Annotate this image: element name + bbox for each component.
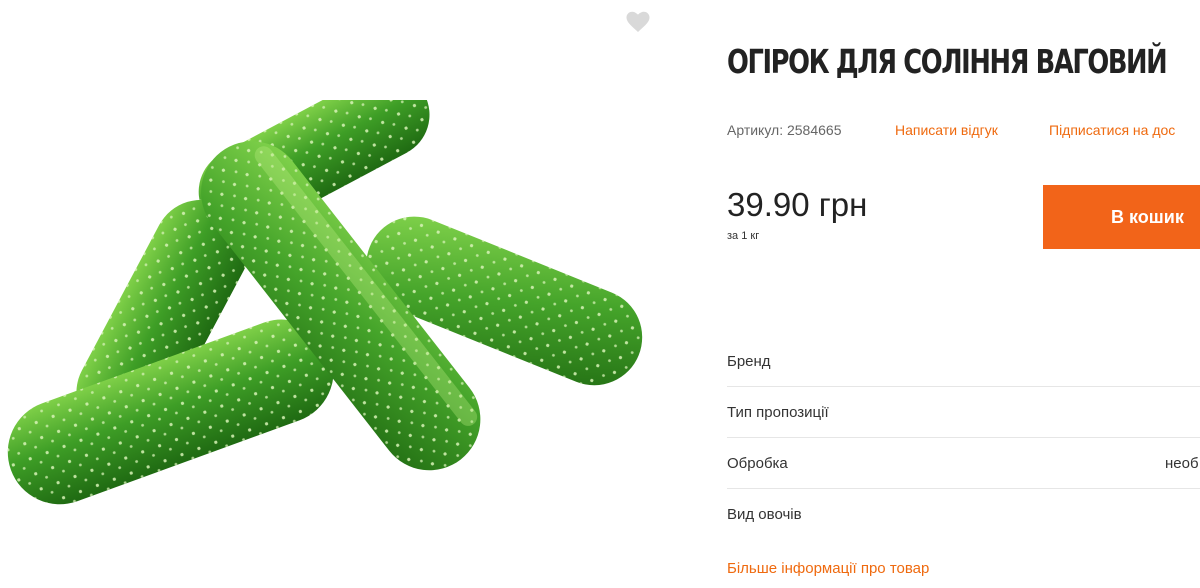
add-to-cart-button[interactable]: В кошик [1043, 185, 1200, 249]
spec-label: Тип пропозиції [727, 404, 829, 421]
product-price: 39.90 грн [727, 186, 868, 223]
product-meta: Артикул: 2584665 Написати відгук Підписа… [727, 122, 1175, 138]
write-review-link[interactable]: Написати відгук [895, 122, 998, 138]
spec-label: Бренд [727, 353, 771, 370]
sku-value: 2584665 [786, 122, 842, 138]
product-title: ОГІРОК ДЛЯ СОЛІННЯ ВАГОВИЙ [727, 42, 1168, 81]
subscribe-link[interactable]: Підписатися на дос [1049, 122, 1175, 138]
spec-label: Обробка [727, 455, 788, 472]
product-specs: Бренд Тип пропозиції Обробка необ Вид ов… [727, 336, 1200, 540]
favorite-button[interactable] [624, 9, 652, 35]
product-gallery [0, 0, 680, 588]
price-block: 39.90 грн за 1 кг [727, 188, 867, 242]
spec-row-offer-type: Тип пропозиції [727, 387, 1200, 438]
product-image [7, 100, 643, 505]
spec-row-processing: Обробка необ [727, 438, 1200, 489]
product-info: ОГІРОК ДЛЯ СОЛІННЯ ВАГОВИЙ Артикул: 2584… [727, 0, 1200, 588]
spec-row-brand: Бренд [727, 336, 1200, 387]
spec-value: необ [1165, 455, 1199, 472]
spec-label: Вид овочів [727, 506, 802, 523]
more-info-link[interactable]: Більше інформації про товар [727, 560, 929, 577]
product-page: ОГІРОК ДЛЯ СОЛІННЯ ВАГОВИЙ Артикул: 2584… [0, 0, 1200, 588]
spec-row-vegetable-type: Вид овочів [727, 489, 1200, 540]
heart-icon [626, 11, 650, 33]
sku-label: Артикул: [727, 122, 784, 138]
price-unit: за 1 кг [727, 230, 760, 242]
